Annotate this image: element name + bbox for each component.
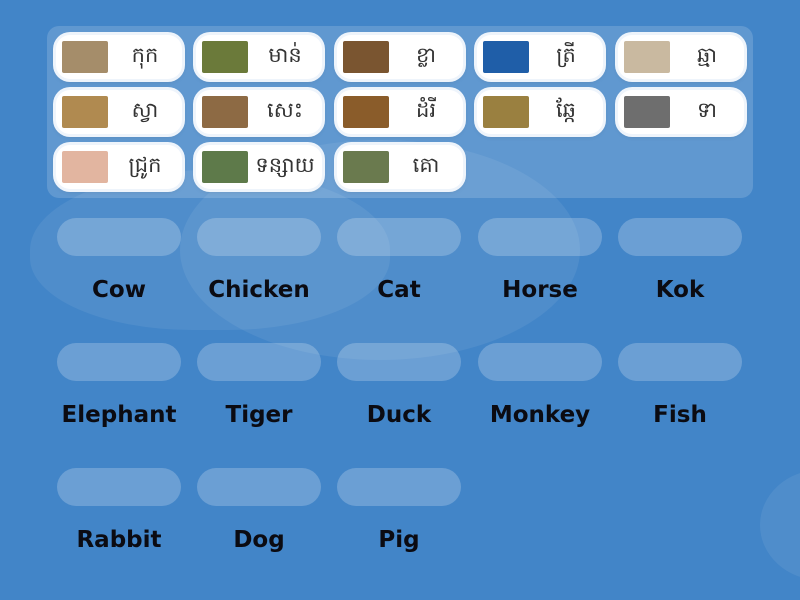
animal-photo-icon [343, 151, 389, 183]
drop-slot[interactable] [337, 343, 461, 381]
draggable-card[interactable]: គោ [337, 145, 463, 189]
card-word: ទា [697, 97, 717, 122]
drop-slot[interactable] [197, 218, 321, 256]
drop-slot[interactable] [337, 468, 461, 506]
background-decoration [760, 470, 800, 580]
animal-photo-icon [202, 41, 248, 73]
draggable-card[interactable]: សេះ [196, 90, 322, 134]
card-word: ត្រី [556, 42, 576, 67]
drop-slot[interactable] [618, 218, 742, 256]
drop-slot[interactable] [57, 343, 181, 381]
target-label: Cat [377, 277, 421, 303]
animal-photo-icon [483, 96, 529, 128]
drop-slot[interactable] [618, 343, 742, 381]
card-word: មាន់ [268, 42, 302, 67]
animal-photo-icon [343, 41, 389, 73]
card-word: ដំរី [416, 97, 436, 122]
draggable-card[interactable]: ឆ្មា [618, 35, 744, 79]
animal-photo-icon [202, 151, 248, 183]
drop-slot[interactable] [57, 218, 181, 256]
drop-slot[interactable] [197, 343, 321, 381]
card-word: ខ្លា [416, 42, 436, 67]
target-label: Chicken [208, 277, 310, 303]
draggable-card[interactable]: ឆ្កែ [477, 90, 603, 134]
animal-photo-icon [624, 96, 670, 128]
draggable-card[interactable]: ទន្សាយ [196, 145, 322, 189]
target-label: Rabbit [76, 527, 162, 553]
drop-slot[interactable] [337, 218, 461, 256]
animal-photo-icon [202, 96, 248, 128]
draggable-card[interactable]: ត្រី [477, 35, 603, 79]
animal-photo-icon [62, 41, 108, 73]
card-word: ឆ្មា [697, 42, 717, 67]
draggable-card[interactable]: ដំរី [337, 90, 463, 134]
target-label: Fish [653, 402, 707, 428]
target-label: Cow [92, 277, 146, 303]
draggable-card[interactable]: កុក [56, 35, 182, 79]
animal-photo-icon [62, 151, 108, 183]
animal-photo-icon [62, 96, 108, 128]
drop-slot[interactable] [197, 468, 321, 506]
card-word: សេះ [267, 97, 303, 122]
card-word: ស្វា [131, 97, 159, 122]
target-label: Monkey [489, 402, 591, 428]
target-label: Tiger [225, 402, 293, 428]
draggable-card[interactable]: ស្វា [56, 90, 182, 134]
target-label: Horse [502, 277, 578, 303]
animal-photo-icon [343, 96, 389, 128]
draggable-card[interactable]: ជ្រូក [56, 145, 182, 189]
drop-slot[interactable] [57, 468, 181, 506]
card-word: កុក [131, 42, 159, 67]
animal-photo-icon [483, 41, 529, 73]
target-label: Dog [233, 527, 285, 553]
draggable-card[interactable]: ខ្លា [337, 35, 463, 79]
draggable-card[interactable]: មាន់ [196, 35, 322, 79]
target-label: Duck [366, 402, 432, 428]
card-word: ទន្សាយ [255, 152, 315, 177]
card-word: ជ្រូក [128, 152, 162, 177]
animal-photo-icon [624, 41, 670, 73]
target-label: Kok [655, 277, 705, 303]
drop-slot[interactable] [478, 343, 602, 381]
target-label: Pig [378, 527, 420, 553]
card-word: ឆ្កែ [556, 97, 576, 122]
card-word: គោ [412, 152, 440, 177]
drop-slot[interactable] [478, 218, 602, 256]
target-label: Elephant [61, 402, 177, 428]
draggable-card[interactable]: ទា [618, 90, 744, 134]
